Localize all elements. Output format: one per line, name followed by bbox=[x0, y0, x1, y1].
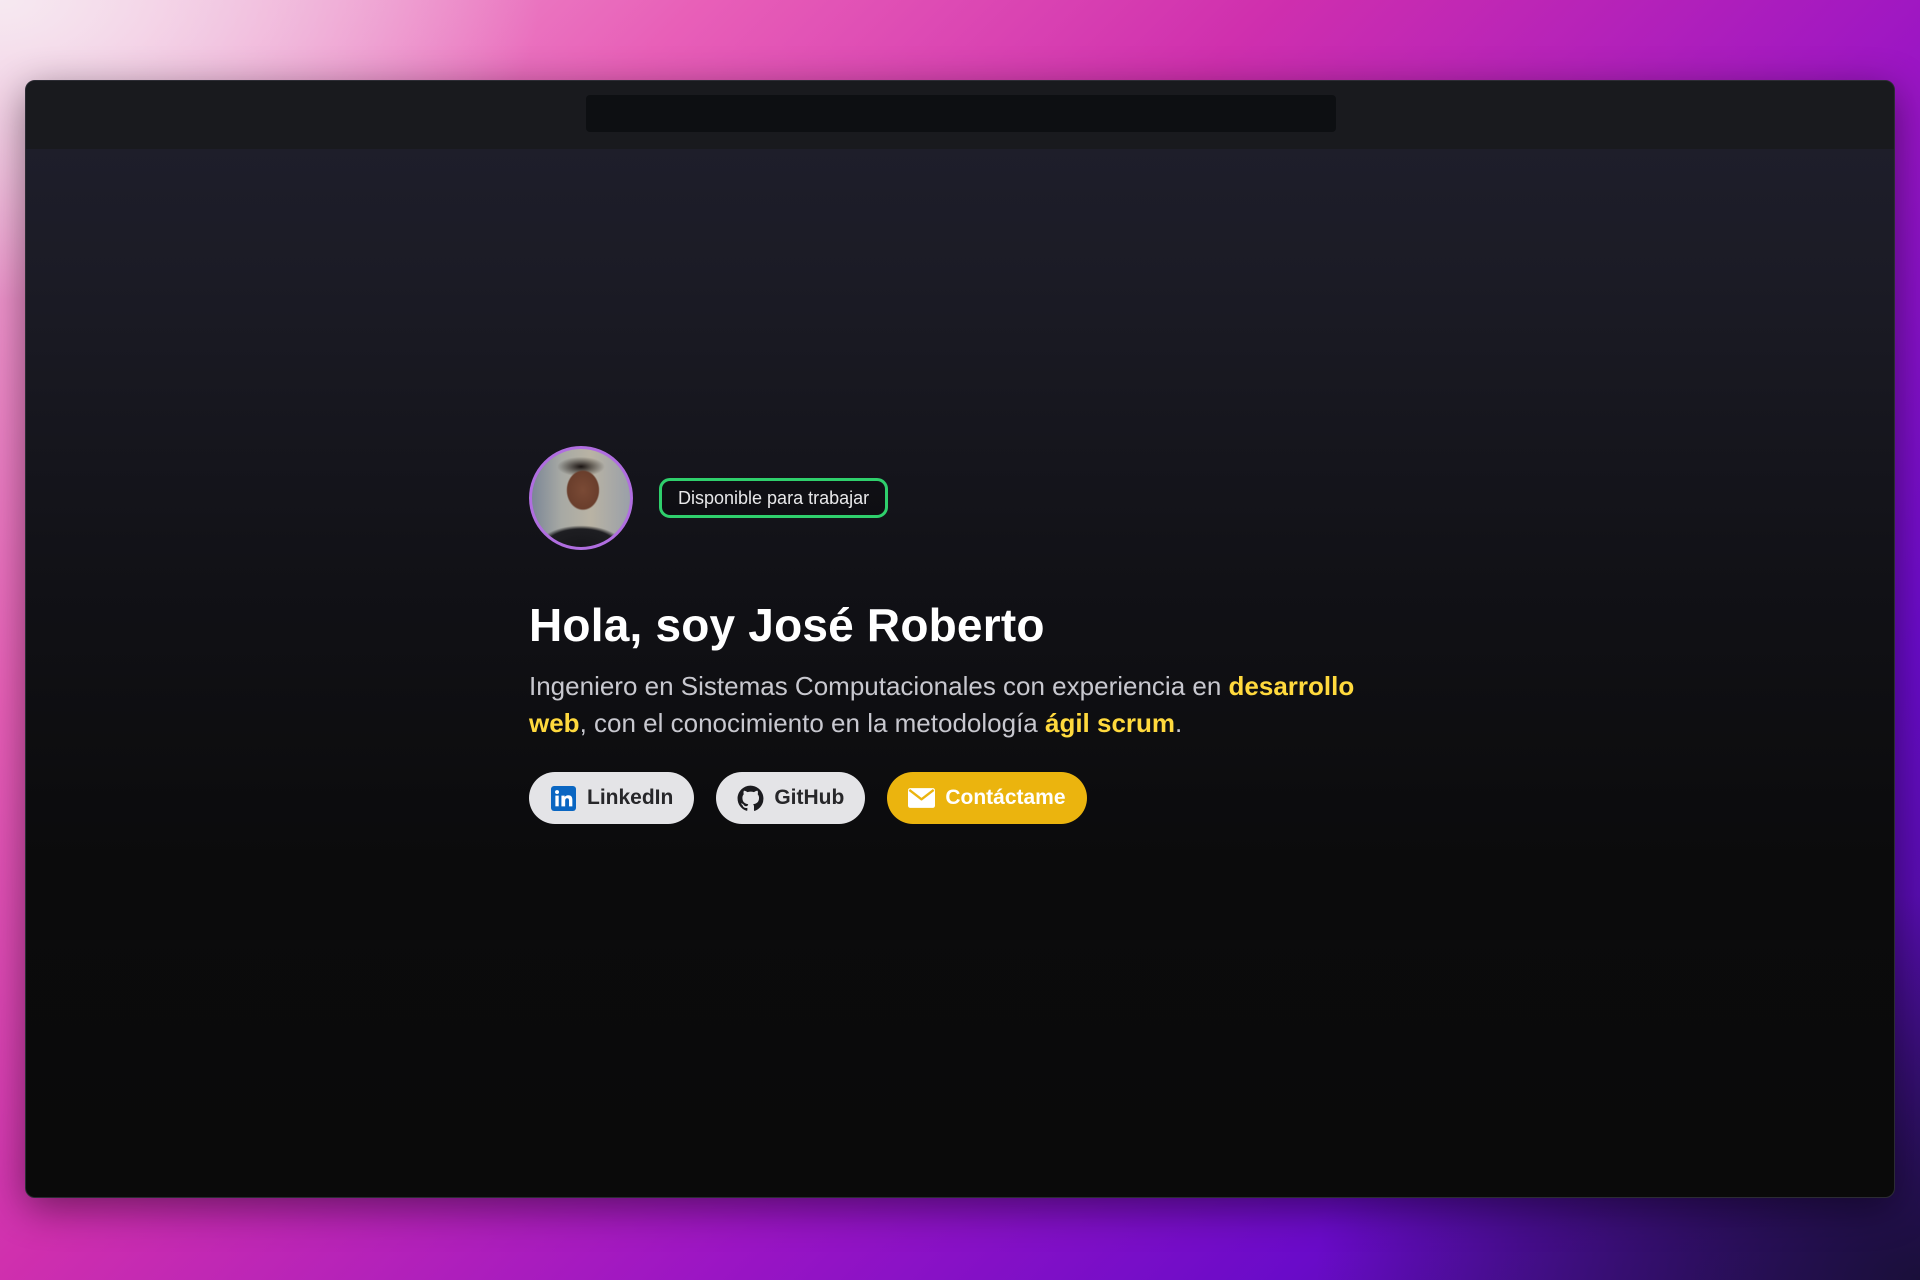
hero-header: Disponible para trabajar bbox=[529, 446, 1429, 550]
linkedin-label: LinkedIn bbox=[587, 786, 674, 809]
hero-description: Ingeniero en Sistemas Computacionales co… bbox=[529, 668, 1409, 742]
availability-badge: Disponible para trabajar bbox=[659, 478, 889, 518]
contact-label: Contáctame bbox=[945, 786, 1066, 809]
page-title: Hola, soy José Roberto bbox=[529, 599, 1045, 651]
browser-window: Disponible para trabajar Hola, soy José … bbox=[25, 80, 1895, 1198]
description-text: Ingeniero en Sistemas Computacionales co… bbox=[529, 671, 1229, 701]
hero-section: Disponible para trabajar Hola, soy José … bbox=[529, 446, 1429, 824]
github-button[interactable]: GitHub bbox=[716, 772, 866, 824]
github-label: GitHub bbox=[774, 786, 845, 809]
linkedin-icon bbox=[550, 785, 577, 812]
description-text: , con el conocimiento en la metodología bbox=[579, 708, 1045, 738]
contact-button[interactable]: Contáctame bbox=[887, 772, 1087, 824]
browser-topbar bbox=[26, 81, 1894, 149]
social-actions: LinkedIn GitHub Contáctame bbox=[529, 772, 1429, 824]
description-text: . bbox=[1175, 708, 1183, 738]
github-icon bbox=[737, 785, 764, 812]
linkedin-button[interactable]: LinkedIn bbox=[529, 772, 695, 824]
highlight-agile-scrum: ágil scrum bbox=[1044, 708, 1176, 738]
avatar bbox=[529, 446, 633, 550]
address-bar[interactable] bbox=[586, 95, 1336, 132]
mail-icon bbox=[908, 785, 936, 812]
